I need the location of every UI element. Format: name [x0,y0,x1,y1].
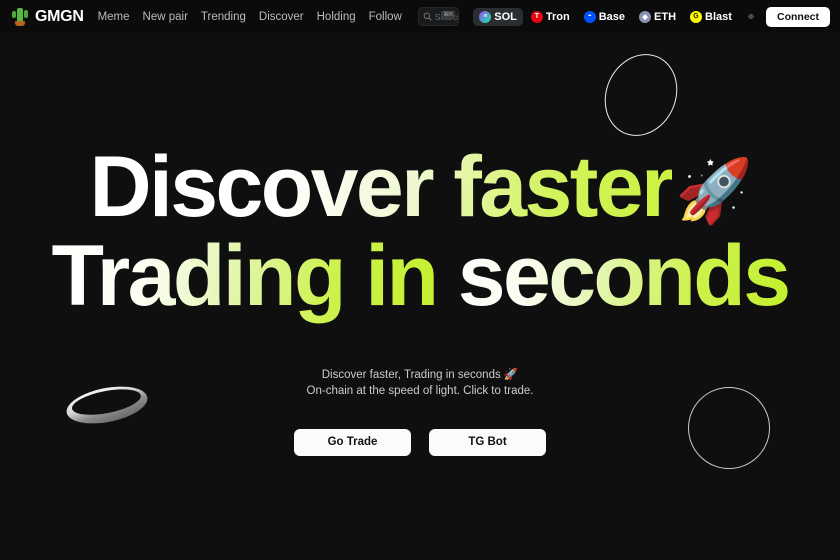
rocket-icon: 🚀 [675,157,753,226]
go-trade-button[interactable]: Go Trade [294,428,411,456]
page-root: GMGN Meme New pair Trending Discover Hol… [0,0,840,560]
page-title: Discover faster🚀 Trading in seconds [52,139,792,322]
headline-line-2: Trading in seconds [52,232,792,321]
eth-icon: ◆ [639,10,652,23]
chain-option-eth[interactable]: ◆ ETH [633,8,682,26]
subtitle-line-1: Discover faster, Trading in seconds 🚀 [321,368,519,381]
chain-label-eth: ETH [654,10,677,23]
top-navigation-bar: GMGN Meme New pair Trending Discover Hol… [0,0,840,33]
headline-line-2-green: seconds [436,228,791,325]
headline-line-2-white: Trading in [51,228,440,325]
headline-line-1-text: Discover faster [89,139,674,235]
base-icon: ◓ [583,10,596,23]
main-nav: Meme New pair Trending Discover Holding … [98,11,402,23]
chain-label-blast: Blast [705,10,732,23]
settings-target-icon[interactable] [748,8,754,25]
chain-option-tron[interactable]: T Tron [525,8,576,26]
headline-line-1: Discover faster🚀 [52,139,789,235]
hero-subtitle: Discover faster, Trading in seconds 🚀 On… [307,367,534,400]
nav-item-follow[interactable]: Follow [369,11,402,23]
tg-bot-button[interactable]: TG Bot [429,428,546,456]
chain-label-sol: SOL [494,10,517,23]
search-icon [423,12,432,21]
chain-option-sol[interactable]: ≡ SOL [473,7,523,26]
brand-logo[interactable]: GMGN [10,7,84,27]
nav-item-meme[interactable]: Meme [98,11,130,23]
hero-section: Discover faster🚀 Trading in seconds Disc… [0,33,840,560]
nav-item-new-pair[interactable]: New pair [143,11,188,23]
sol-icon: ≡ [479,10,492,23]
chain-selector: ≡ SOL T Tron ◓ Base ◆ ETH G Blast [473,7,738,26]
cta-row: Go Trade TG Bot [294,428,546,456]
chain-option-base[interactable]: ◓ Base [578,8,631,26]
chain-label-base: Base [598,10,626,23]
connect-button[interactable]: Connect [766,6,830,27]
blast-icon: G [690,10,703,23]
nav-item-discover[interactable]: Discover [259,11,304,23]
cactus-icon [10,7,30,27]
brand-name: GMGN [35,7,84,25]
tron-icon: T [530,10,543,23]
chain-label-tron: Tron [545,10,570,23]
search-input[interactable]: Search token/co ⌘K [417,7,460,26]
subtitle-line-2: On-chain at the speed of light. Click to… [306,385,534,398]
nav-item-trending[interactable]: Trending [201,11,246,23]
chain-option-blast[interactable]: G Blast [684,8,738,26]
search-shortcut-badge: ⌘K [441,11,456,19]
nav-item-holding[interactable]: Holding [317,11,356,23]
